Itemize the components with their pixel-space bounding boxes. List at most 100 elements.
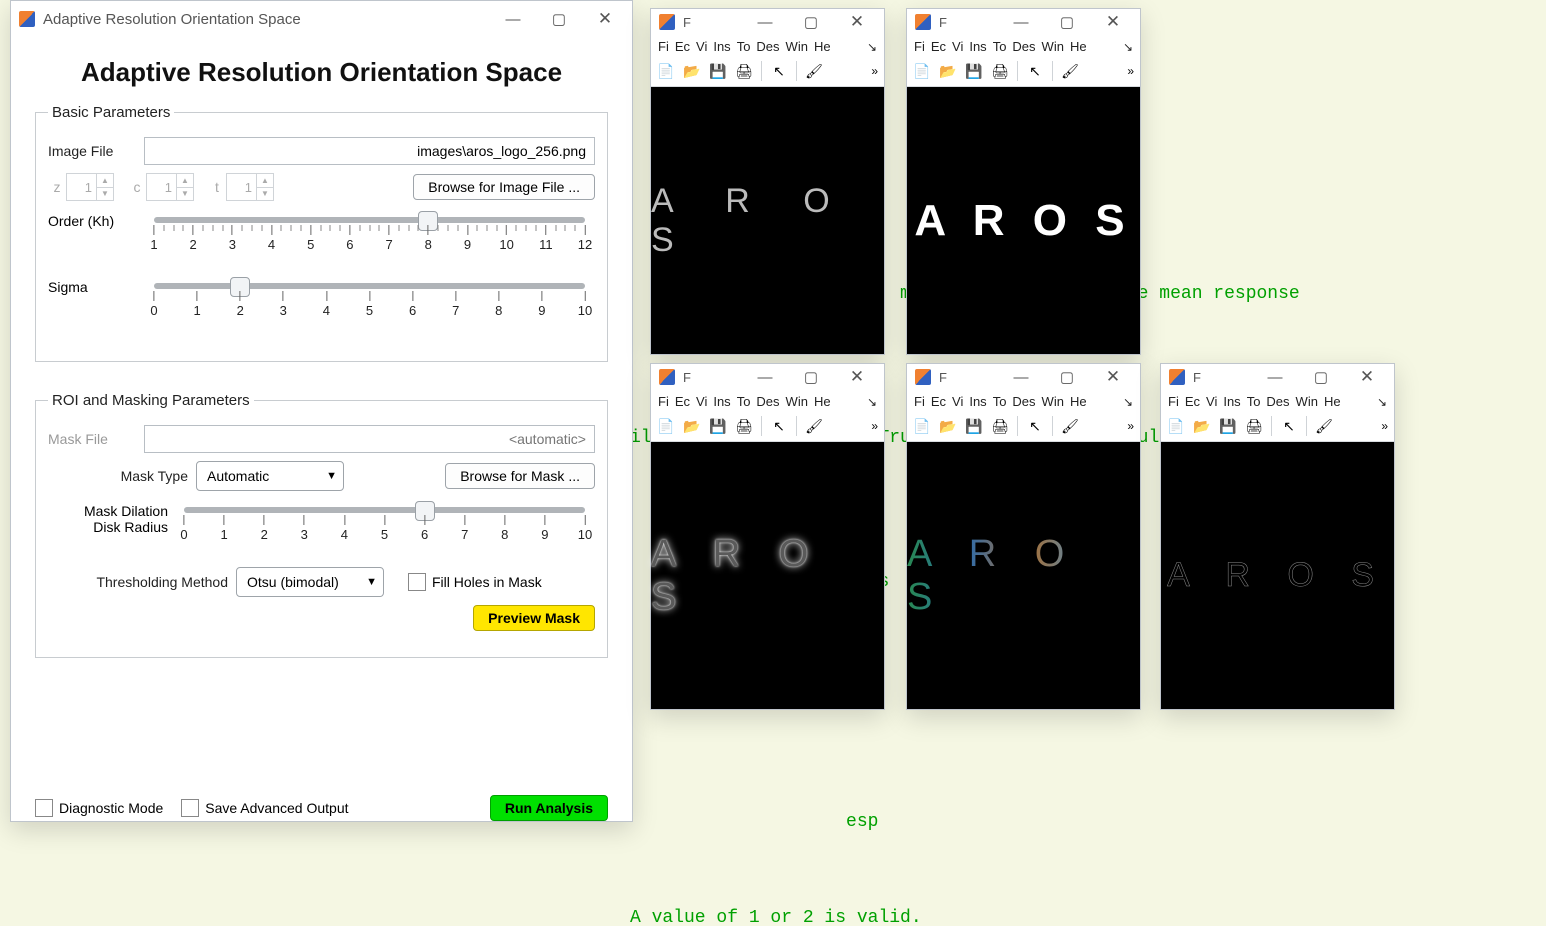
print-icon[interactable]: 🖨: [733, 60, 755, 82]
toolbar-overflow-icon[interactable]: »: [869, 419, 880, 433]
maximize-button[interactable]: ▢: [788, 363, 834, 391]
menu-item[interactable]: Des: [1263, 392, 1292, 411]
minimize-button[interactable]: —: [998, 8, 1044, 36]
spin-c-input[interactable]: 1 ▲▼: [146, 173, 194, 201]
open-icon[interactable]: 📂: [681, 60, 703, 82]
menu-item[interactable]: To: [1244, 392, 1264, 411]
fill-holes-checkbox[interactable]: Fill Holes in Mask: [408, 573, 542, 591]
new-icon[interactable]: 📄: [655, 60, 677, 82]
menu-item[interactable]: Win: [783, 392, 811, 411]
menu-item[interactable]: To: [990, 37, 1010, 56]
menu-item[interactable]: He: [1067, 392, 1090, 411]
toolbar-overflow-icon[interactable]: »: [1125, 419, 1136, 433]
close-button[interactable]: ✕: [1344, 363, 1390, 391]
menu-item[interactable]: Win: [1039, 37, 1067, 56]
spin-z-down[interactable]: ▼: [97, 188, 113, 201]
save-icon[interactable]: 💾: [963, 60, 985, 82]
spin-c-up[interactable]: ▲: [177, 174, 193, 188]
menubar-overflow-icon[interactable]: ↘: [1374, 393, 1390, 411]
menu-item[interactable]: He: [811, 392, 834, 411]
brush-icon[interactable]: 🖌: [1059, 60, 1081, 82]
maximize-button[interactable]: ▢: [1044, 8, 1090, 36]
preview-mask-button[interactable]: Preview Mask: [473, 605, 595, 631]
menu-item[interactable]: Win: [1293, 392, 1321, 411]
pointer-icon[interactable]: ↖: [1278, 415, 1300, 437]
menu-item[interactable]: Des: [1009, 37, 1038, 56]
new-icon[interactable]: 📄: [1165, 415, 1187, 437]
menubar-overflow-icon[interactable]: ↘: [1120, 38, 1136, 56]
brush-icon[interactable]: 🖌: [1313, 415, 1335, 437]
close-button[interactable]: ✕: [834, 8, 880, 36]
mask-type-select[interactable]: Automatic▼: [196, 461, 344, 491]
menu-item[interactable]: Fi: [911, 37, 928, 56]
menu-item[interactable]: Des: [1009, 392, 1038, 411]
toolbar-overflow-icon[interactable]: »: [1379, 419, 1390, 433]
menu-item[interactable]: Ec: [672, 392, 693, 411]
browse-image-button[interactable]: Browse for Image File ...: [413, 174, 595, 200]
minimize-button[interactable]: —: [742, 363, 788, 391]
figure-titlebar[interactable]: F — ▢ ✕: [907, 364, 1140, 390]
diagnostic-mode-checkbox[interactable]: Diagnostic Mode: [35, 799, 163, 817]
menu-item[interactable]: Vi: [949, 37, 966, 56]
menu-item[interactable]: Ec: [928, 37, 949, 56]
print-icon[interactable]: 🖨: [733, 415, 755, 437]
maximize-button[interactable]: ▢: [536, 5, 582, 33]
print-icon[interactable]: 🖨: [989, 415, 1011, 437]
order-slider[interactable]: [154, 217, 585, 223]
maximize-button[interactable]: ▢: [1044, 363, 1090, 391]
open-icon[interactable]: 📂: [937, 415, 959, 437]
save-icon[interactable]: 💾: [707, 60, 729, 82]
dilation-slider[interactable]: [184, 507, 585, 513]
toolbar-overflow-icon[interactable]: »: [869, 64, 880, 78]
menu-item[interactable]: Ins: [710, 37, 733, 56]
menu-item[interactable]: Vi: [1203, 392, 1220, 411]
menu-item[interactable]: To: [734, 37, 754, 56]
figure-titlebar[interactable]: F — ▢ ✕: [907, 9, 1140, 35]
main-titlebar[interactable]: Adaptive Resolution Orientation Space — …: [11, 1, 632, 37]
menu-item[interactable]: Vi: [949, 392, 966, 411]
spin-t-up[interactable]: ▲: [257, 174, 273, 188]
menu-item[interactable]: Ins: [966, 392, 989, 411]
brush-icon[interactable]: 🖌: [1059, 415, 1081, 437]
minimize-button[interactable]: —: [1252, 363, 1298, 391]
menu-item[interactable]: Win: [783, 37, 811, 56]
menu-item[interactable]: Vi: [693, 37, 710, 56]
menu-item[interactable]: To: [734, 392, 754, 411]
open-icon[interactable]: 📂: [1191, 415, 1213, 437]
menubar-overflow-icon[interactable]: ↘: [1120, 393, 1136, 411]
brush-icon[interactable]: 🖌: [803, 415, 825, 437]
print-icon[interactable]: 🖨: [1243, 415, 1265, 437]
run-analysis-button[interactable]: Run Analysis: [490, 795, 608, 821]
menu-item[interactable]: Ec: [1182, 392, 1203, 411]
close-button[interactable]: ✕: [582, 5, 628, 33]
toolbar-overflow-icon[interactable]: »: [1125, 64, 1136, 78]
minimize-button[interactable]: —: [998, 363, 1044, 391]
new-icon[interactable]: 📄: [911, 415, 933, 437]
figure-titlebar[interactable]: F — ▢ ✕: [651, 9, 884, 35]
close-button[interactable]: ✕: [834, 363, 880, 391]
browse-mask-button[interactable]: Browse for Mask ...: [445, 463, 595, 489]
spin-z-input[interactable]: 1 ▲▼: [66, 173, 114, 201]
menu-item[interactable]: Fi: [655, 392, 672, 411]
open-icon[interactable]: 📂: [937, 60, 959, 82]
print-icon[interactable]: 🖨: [989, 60, 1011, 82]
menu-item[interactable]: He: [1321, 392, 1344, 411]
menu-item[interactable]: He: [811, 37, 834, 56]
menu-item[interactable]: Ins: [966, 37, 989, 56]
menu-item[interactable]: Fi: [1165, 392, 1182, 411]
image-file-input[interactable]: [144, 137, 595, 165]
minimize-button[interactable]: —: [742, 8, 788, 36]
pointer-icon[interactable]: ↖: [768, 415, 790, 437]
save-icon[interactable]: 💾: [1217, 415, 1239, 437]
menu-item[interactable]: Des: [753, 37, 782, 56]
menu-item[interactable]: Ec: [672, 37, 693, 56]
menu-item[interactable]: To: [990, 392, 1010, 411]
close-button[interactable]: ✕: [1090, 8, 1136, 36]
figure-titlebar[interactable]: F — ▢ ✕: [1161, 364, 1394, 390]
menu-item[interactable]: Fi: [911, 392, 928, 411]
maximize-button[interactable]: ▢: [788, 8, 834, 36]
menu-item[interactable]: Win: [1039, 392, 1067, 411]
maximize-button[interactable]: ▢: [1298, 363, 1344, 391]
spin-t-down[interactable]: ▼: [257, 188, 273, 201]
pointer-icon[interactable]: ↖: [1024, 60, 1046, 82]
